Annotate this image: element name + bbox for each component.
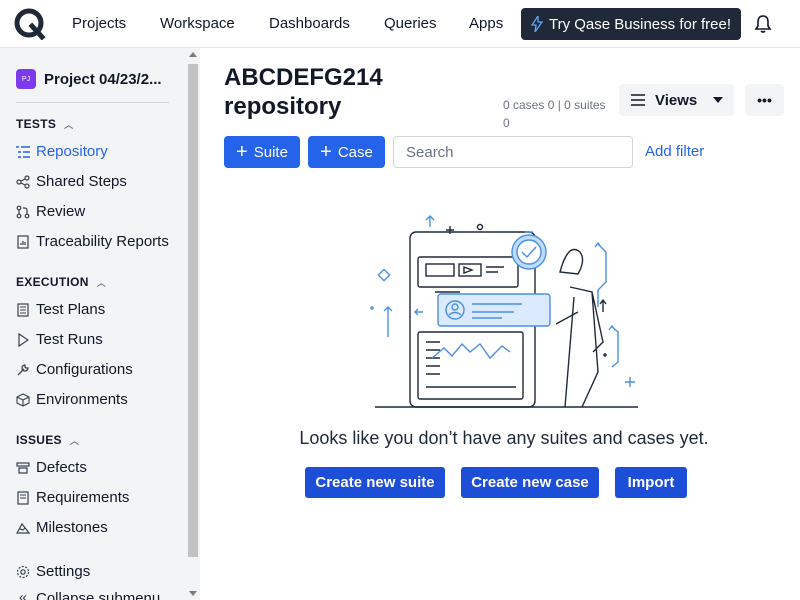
- project-badge: PJ: [16, 69, 36, 89]
- sidebar-item-label: Shared Steps: [36, 173, 127, 190]
- sidebar-item-repository[interactable]: Repository: [16, 143, 108, 160]
- chevron-up-icon: ︿: [96, 277, 107, 288]
- play-icon: [16, 332, 30, 347]
- add-case-button[interactable]: + Case: [308, 136, 385, 168]
- report-icon: [16, 234, 30, 249]
- add-suite-button[interactable]: + Suite: [224, 136, 300, 168]
- nav-queries[interactable]: Queries: [384, 15, 437, 32]
- menu-lines-icon: [631, 94, 645, 106]
- nav-dashboards[interactable]: Dashboards: [269, 15, 350, 32]
- cube-icon: [16, 392, 30, 407]
- sidebar-item-label: Settings: [36, 563, 91, 580]
- gear-icon: [16, 565, 30, 579]
- suite-label: Suite: [253, 143, 288, 161]
- sidebar-item-review[interactable]: Review: [16, 203, 85, 220]
- qase-logo-icon[interactable]: [14, 8, 46, 40]
- chevron-up-icon: ︿: [64, 119, 74, 130]
- section-execution[interactable]: EXECUTION ︿: [16, 275, 106, 289]
- defects-icon: [16, 461, 30, 475]
- sidebar-item-requirements[interactable]: Requirements: [16, 489, 129, 506]
- sidebar-item-defects[interactable]: Defects: [16, 459, 87, 476]
- sidebar-item-label: Review: [36, 203, 86, 220]
- sidebar-item-configurations[interactable]: Configurations: [16, 361, 133, 378]
- sidebar-item-label: Repository: [36, 143, 108, 160]
- collapse-submenu-button[interactable]: « Collapse submenu: [16, 590, 160, 600]
- scroll-thumb[interactable]: [188, 64, 198, 557]
- section-tests[interactable]: TESTS ︿: [16, 117, 73, 131]
- sidebar-item-label: Test Plans: [36, 301, 106, 318]
- git-pull-request-icon: [16, 205, 30, 219]
- sidebar: PJ Project 04/23/2... TESTS ︿ Repository…: [0, 48, 200, 600]
- section-execution-label: EXECUTION: [16, 275, 89, 289]
- list-icon: [16, 145, 30, 159]
- sidebar-item-label: Test Runs: [36, 331, 103, 348]
- section-tests-label: TESTS: [16, 117, 57, 131]
- add-filter-link[interactable]: Add filter: [645, 143, 704, 160]
- mountain-icon: [16, 521, 30, 535]
- create-new-case-button[interactable]: Create new case: [461, 467, 599, 498]
- sidebar-item-label: Configurations: [36, 361, 133, 378]
- sidebar-item-label: Defects: [36, 459, 87, 476]
- more-dots-icon: •••: [757, 92, 772, 108]
- scroll-down-arrow-icon[interactable]: [189, 591, 197, 596]
- try-business-label: Try Qase Business for free!: [549, 15, 732, 33]
- sidebar-item-milestones[interactable]: Milestones: [16, 519, 108, 536]
- create-new-suite-button[interactable]: Create new suite: [305, 467, 445, 498]
- empty-state-message: Looks like you don’t have any suites and…: [299, 428, 709, 448]
- project-switcher[interactable]: PJ Project 04/23/2...: [16, 69, 162, 89]
- search-input[interactable]: [393, 136, 633, 168]
- section-issues[interactable]: ISSUES ︿: [16, 433, 79, 447]
- sidebar-divider: [16, 102, 169, 103]
- sidebar-item-label: Milestones: [36, 519, 108, 536]
- sidebar-item-shared-steps[interactable]: Shared Steps: [16, 173, 127, 190]
- sidebar-item-traceability-reports[interactable]: Traceability Reports: [16, 233, 169, 250]
- sidebar-item-test-runs[interactable]: Test Runs: [16, 331, 103, 348]
- section-issues-label: ISSUES: [16, 433, 62, 447]
- bell-icon[interactable]: [754, 14, 772, 34]
- case-label: Case: [337, 143, 373, 161]
- sidebar-item-label: Traceability Reports: [36, 233, 169, 250]
- repository-counts: 0 cases 0 | 0 suites 0: [503, 98, 606, 130]
- scroll-up-arrow-icon[interactable]: [189, 52, 197, 57]
- sidebar-scrollbar[interactable]: [186, 48, 200, 600]
- more-options-button[interactable]: •••: [745, 84, 784, 116]
- sidebar-item-test-plans[interactable]: Test Plans: [16, 301, 105, 318]
- sidebar-item-settings[interactable]: Settings: [16, 563, 90, 580]
- checklist-icon: [16, 302, 30, 317]
- caret-down-icon: [713, 97, 724, 103]
- lightning-icon: [531, 16, 543, 32]
- share-nodes-icon: [16, 174, 30, 189]
- document-icon: [16, 490, 30, 505]
- empty-repository-illustration: [370, 215, 638, 408]
- project-name: Project 04/23/2...: [44, 70, 162, 88]
- import-button[interactable]: Import: [615, 467, 687, 498]
- top-navigation: Projects Workspace Dashboards Queries Ap…: [0, 0, 800, 48]
- plus-icon: +: [320, 141, 332, 163]
- nav-apps[interactable]: Apps: [469, 15, 503, 32]
- views-dropdown[interactable]: Views: [619, 84, 734, 116]
- sidebar-item-label: Environments: [36, 391, 128, 408]
- sidebar-item-label: Requirements: [36, 489, 130, 506]
- chevron-up-icon: ︿: [69, 435, 80, 446]
- collapse-icon: «: [18, 590, 28, 600]
- plus-icon: +: [236, 141, 248, 163]
- wrench-icon: [16, 363, 30, 377]
- nav-projects[interactable]: Projects: [72, 15, 126, 32]
- views-label: Views: [655, 91, 698, 109]
- sidebar-item-environments[interactable]: Environments: [16, 391, 128, 408]
- page-title: ABCDEFG214 repository: [224, 64, 383, 120]
- try-business-button[interactable]: Try Qase Business for free!: [521, 8, 741, 40]
- sidebar-item-label: Collapse submenu: [36, 590, 161, 600]
- nav-workspace[interactable]: Workspace: [160, 15, 235, 32]
